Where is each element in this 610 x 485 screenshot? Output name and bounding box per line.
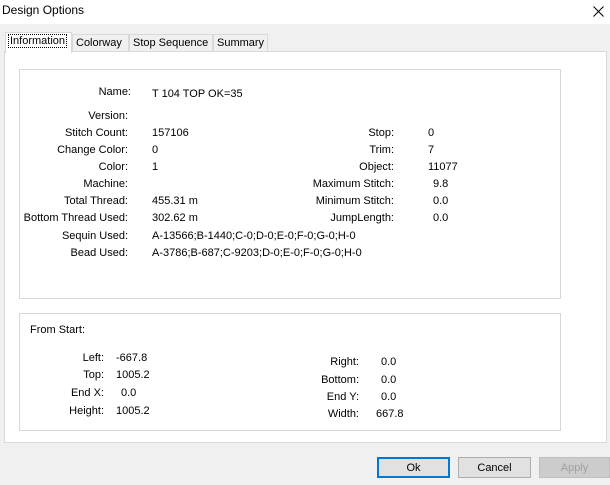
extents-group: From Start: Left: -667.8 Top: 1005.2 End… — [19, 313, 561, 431]
tab-label: Information — [7, 34, 68, 48]
tab-label: Stop Sequence — [133, 37, 209, 49]
dialog-body: Information Colorway Stop Sequence Summa… — [0, 24, 610, 485]
bead-value: A-3786;B-687;C-9203;D-0;E-0;F-0;G-0;H-0 — [152, 247, 362, 259]
sequin-value: A-13566;B-1440;C-0;D-0;E-0;F-0;G-0;H-0 — [152, 230, 356, 242]
sequin-label: Sequin Used: — [61, 230, 128, 242]
height-value: 1005.2 — [116, 405, 150, 417]
max-stitch-label: Maximum Stitch: — [312, 178, 394, 190]
left-value: -667.8 — [116, 352, 148, 364]
top-label: Top: — [83, 369, 104, 381]
version-label: Version: — [88, 110, 128, 122]
end-x-value: 0.0 — [121, 387, 137, 399]
change-color-value: 0 — [152, 144, 159, 156]
jump-length-value: 0.0 — [433, 212, 449, 224]
color-value: 1 — [152, 161, 159, 173]
end-y-value: 0.0 — [381, 391, 397, 403]
color-label: Color: — [98, 161, 128, 173]
from-start-heading: From Start: — [30, 324, 86, 336]
width-label: Width: — [327, 408, 359, 420]
bottom-thread-value: 302.62 m — [152, 212, 198, 224]
trim-label: Trim: — [369, 144, 394, 156]
title-bar: Design Options — [0, 0, 610, 24]
jump-length-label: JumpLength: — [330, 212, 394, 224]
min-stitch-value: 0.0 — [433, 195, 449, 207]
bottom-label: Bottom: — [321, 374, 359, 386]
total-thread-label: Total Thread: — [63, 195, 128, 207]
design-info-group: Name: T 104 TOP OK=35 Version: Stitch Co… — [19, 69, 561, 299]
information-page: Name: T 104 TOP OK=35 Version: Stitch Co… — [4, 51, 607, 443]
width-value: 667.8 — [376, 408, 404, 420]
window-title: Design Options — [2, 3, 85, 17]
min-stitch-label: Minimum Stitch: — [315, 195, 394, 207]
object-value: 11077 — [428, 161, 458, 173]
object-label: Object: — [359, 161, 394, 173]
ok-button[interactable]: Ok — [377, 457, 450, 478]
bead-label: Bead Used: — [70, 247, 128, 259]
stitch-count-label: Stitch Count: — [65, 127, 128, 139]
bottom-value: 0.0 — [381, 374, 397, 386]
tab-information[interactable]: Information — [5, 32, 72, 53]
machine-label: Machine: — [83, 178, 128, 190]
end-x-label: End X: — [70, 387, 104, 399]
stop-label: Stop: — [368, 127, 394, 139]
close-button[interactable] — [586, 0, 610, 22]
trim-value: 7 — [428, 144, 435, 156]
tab-stop-sequence[interactable]: Stop Sequence — [129, 34, 213, 52]
stitch-count-value: 157106 — [152, 127, 189, 139]
tab-label: Summary — [217, 37, 265, 49]
tab-label: Colorway — [76, 37, 122, 49]
right-value: 0.0 — [381, 356, 397, 368]
max-stitch-value: 9.8 — [433, 178, 449, 190]
close-icon — [592, 5, 604, 17]
left-label: Left: — [82, 352, 104, 364]
change-color-label: Change Color: — [57, 144, 128, 156]
apply-button[interactable]: Apply — [539, 457, 610, 478]
tab-summary[interactable]: Summary — [213, 34, 268, 52]
height-label: Height: — [69, 405, 104, 417]
top-value: 1005.2 — [116, 369, 150, 381]
cancel-button[interactable]: Cancel — [458, 457, 531, 478]
end-y-label: End Y: — [326, 391, 359, 403]
right-label: Right: — [330, 356, 359, 368]
stop-value: 0 — [428, 127, 435, 139]
name-value: T 104 TOP OK=35 — [152, 88, 243, 100]
tab-colorway[interactable]: Colorway — [72, 34, 129, 52]
bottom-thread-label: Bottom Thread Used: — [23, 212, 128, 224]
name-label: Name: — [98, 86, 131, 98]
total-thread-value: 455.31 m — [152, 195, 198, 207]
